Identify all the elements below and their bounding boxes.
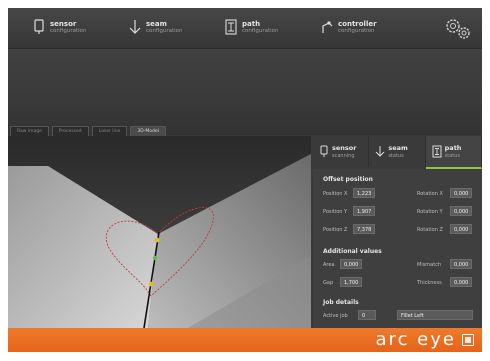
gears-icon[interactable] [444, 16, 472, 42]
thickness-label: Thickness [417, 280, 442, 286]
nav-sublabel: configuration [242, 28, 279, 34]
panel-tab-label: path [444, 144, 462, 152]
scan-3d-view[interactable] [8, 136, 311, 328]
position-y-label: Position Y [323, 209, 348, 215]
tab-path-status[interactable]: path status [425, 136, 482, 169]
thickness-value: 0,000 [450, 277, 472, 287]
path-icon [225, 19, 237, 35]
gap-label: Gap [323, 280, 334, 286]
tab-laser-line[interactable]: Laser line [91, 126, 128, 136]
seam-icon [129, 20, 141, 34]
nav-seam-configuration[interactable]: seam configuration [104, 8, 200, 48]
position-x-label: Position X [323, 191, 348, 197]
tab-processed[interactable]: Processed [51, 126, 89, 136]
area-value: 0,000 [340, 259, 362, 269]
brand-wordmark: arc eye [375, 329, 456, 350]
brand-bar: arc eye [8, 328, 482, 352]
rotation-x-value: 0,000 [450, 188, 472, 198]
nav-sublabel: configuration [146, 28, 183, 34]
tab-sensor-scanning[interactable]: sensor scanning [313, 136, 370, 167]
additional-values-title: Additional values [323, 248, 382, 255]
job-name-field[interactable]: Fillet Left [397, 310, 473, 320]
camera-feed-upper [8, 49, 482, 135]
nav-controller-configuration[interactable]: controller configuration [296, 8, 392, 48]
panel-tab-sublabel: scanning [332, 153, 355, 159]
panel-tab-label: sensor [332, 144, 357, 152]
panel-tabs: sensor scanning seam status path status [313, 136, 482, 169]
scan-render [8, 136, 311, 328]
nav-label: path [242, 20, 261, 28]
top-navigation: sensor configuration seam configuration … [8, 8, 482, 49]
nav-sublabel: configuration [338, 28, 375, 34]
position-z-value: 7,378 [353, 224, 375, 234]
panel-tab-label: seam [388, 144, 408, 152]
position-x-value: 1,223 [353, 188, 375, 198]
sensor-icon [320, 145, 328, 157]
path-icon [432, 145, 442, 158]
panel-tab-sublabel: status [444, 153, 461, 159]
gap-value: 1,700 [340, 277, 362, 287]
tab-seam-status[interactable]: seam status [369, 136, 426, 167]
view-mode-tabs: Raw image Processed Laser line 3D-Model [8, 126, 166, 136]
controller-icon [322, 21, 333, 33]
rotation-y-label: Rotation Y [417, 209, 443, 215]
sensor-icon [34, 19, 44, 34]
tab-raw-image[interactable]: Raw image [10, 126, 49, 136]
nav-label: seam [146, 20, 167, 28]
seam-point-lower [148, 281, 154, 287]
mismatch-label: Mismatch [417, 262, 442, 268]
seam-point-middle [152, 255, 158, 261]
seam-point-upper [154, 237, 160, 243]
active-job-label: Active job [323, 313, 348, 319]
rotation-x-label: Rotation X [417, 191, 443, 197]
nav-label: controller [338, 20, 377, 28]
offset-position-title: Offset position [323, 176, 373, 183]
tab-3d-model[interactable]: 3D-Model [130, 126, 166, 136]
position-y-value: 1,907 [353, 206, 375, 216]
nav-path-configuration[interactable]: path configuration [200, 8, 296, 48]
status-panel: sensor scanning seam status path status … [313, 136, 482, 328]
app-window: sensor configuration seam configuration … [8, 8, 482, 352]
seam-icon [375, 146, 385, 157]
nav-label: sensor [50, 20, 77, 28]
rotation-z-label: Rotation Z [417, 227, 443, 233]
position-z-label: Position Z [323, 227, 348, 233]
job-details-title: Job details [323, 299, 359, 306]
nav-sublabel: configuration [50, 28, 87, 34]
rotation-y-value: 0,000 [450, 206, 472, 216]
mismatch-value: 0,000 [450, 259, 472, 269]
brand-logo-icon [462, 334, 474, 346]
panel-tab-sublabel: status [388, 153, 404, 159]
area-label: Area [323, 262, 335, 268]
rotation-z-value: 0,000 [450, 224, 472, 234]
active-job-value[interactable]: 0 [358, 310, 376, 320]
nav-sensor-configuration[interactable]: sensor configuration [8, 8, 104, 48]
